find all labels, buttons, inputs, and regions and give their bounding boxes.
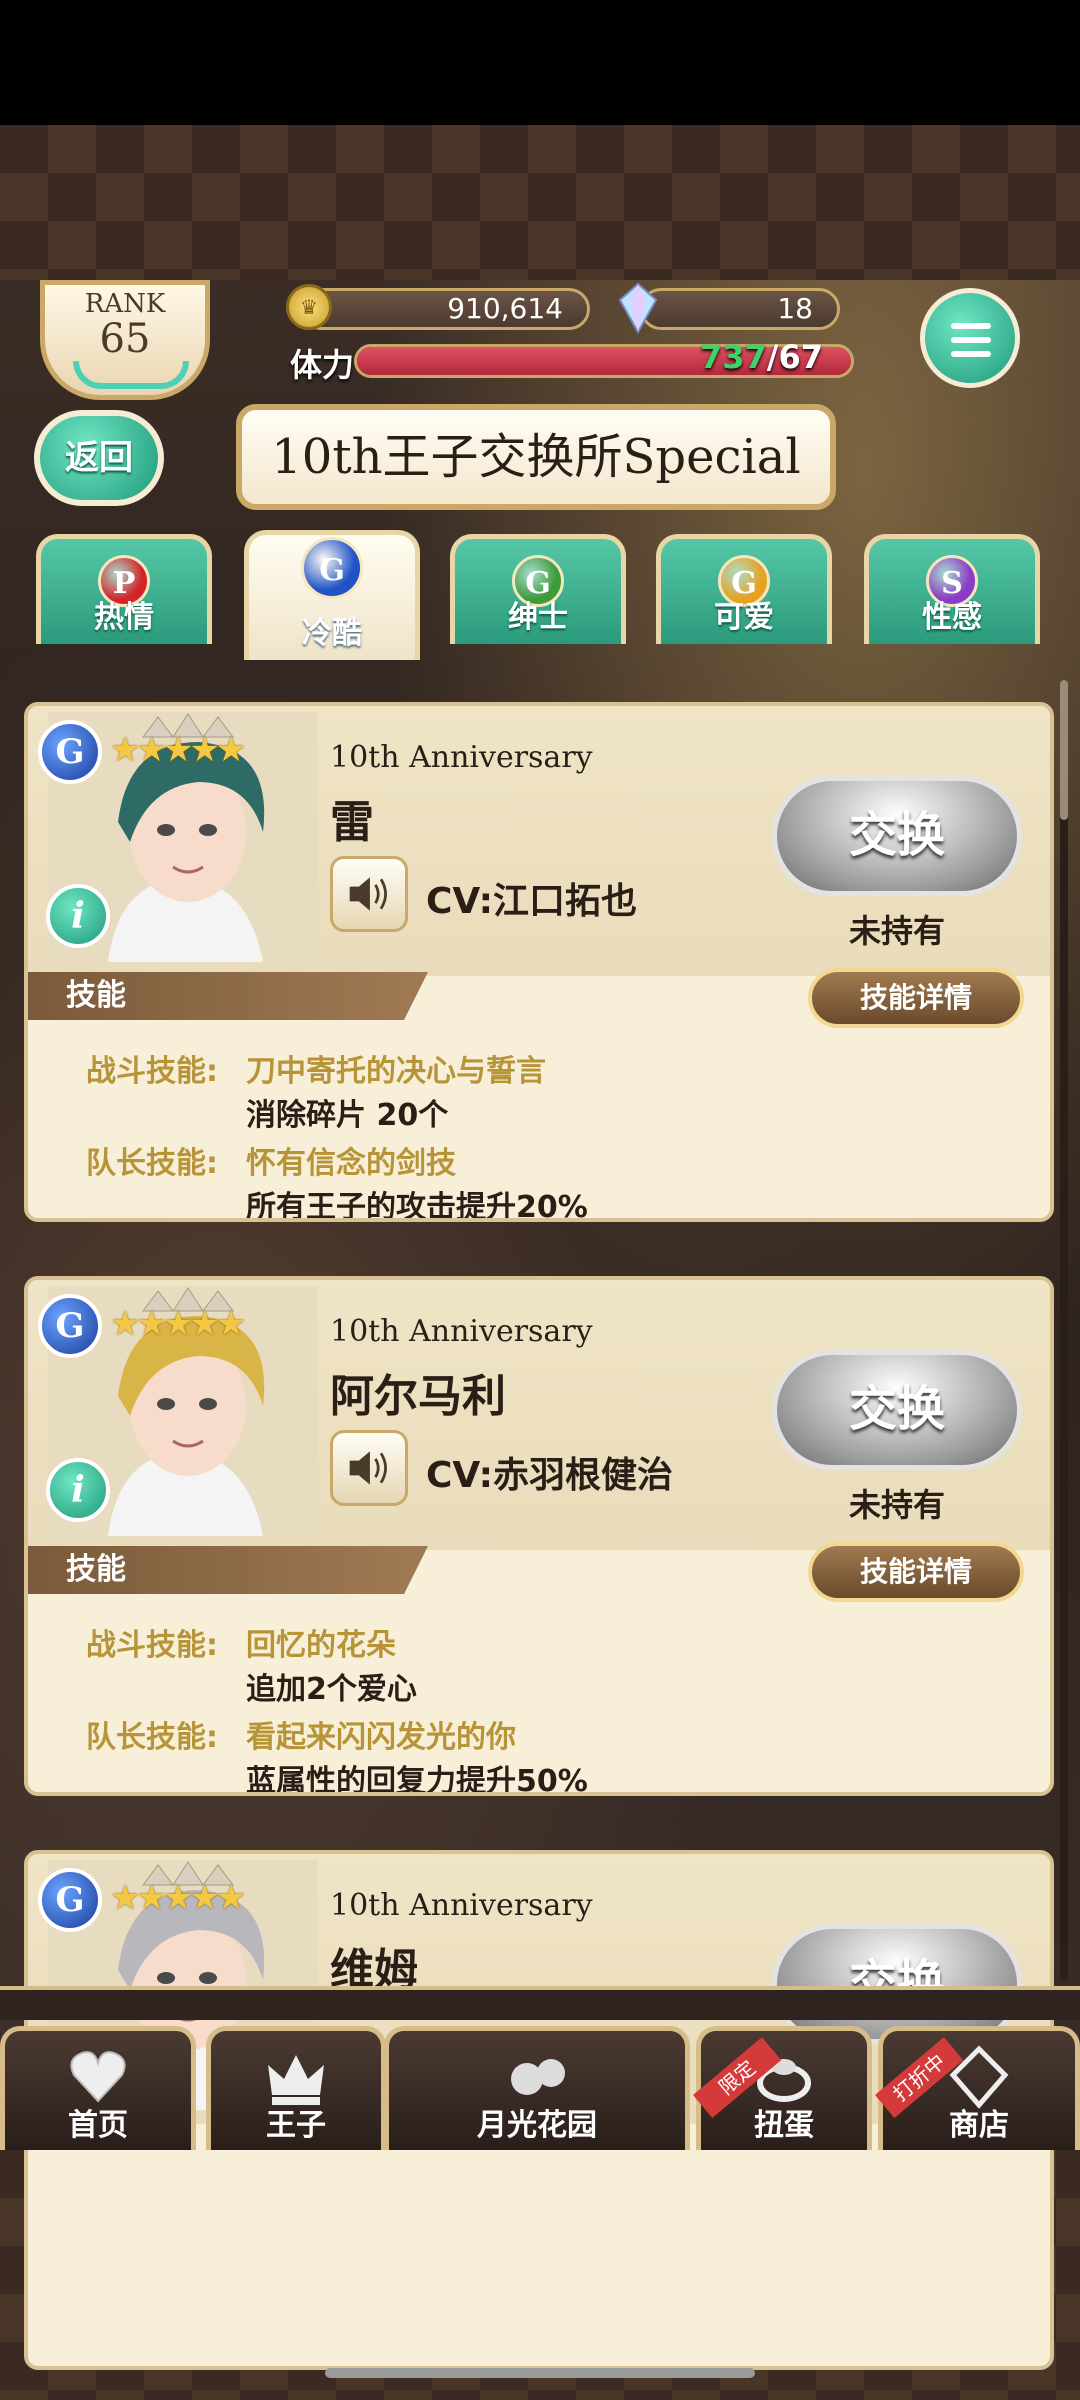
- top-background: [0, 125, 1080, 280]
- tab-label: 可爱: [714, 600, 774, 635]
- skill-section-header: 技能: [28, 1546, 428, 1594]
- gem-amount: 18: [777, 292, 813, 325]
- battle-skill-name: 回忆的花朵: [246, 1628, 396, 1663]
- voice-play-button[interactable]: [330, 856, 408, 932]
- tab-1[interactable]: G 冷酷: [244, 530, 420, 660]
- prince-name: 阿尔马利: [330, 1371, 506, 1422]
- attribute-badge-icon: G: [38, 1294, 102, 1358]
- stamina-max: /67: [766, 338, 824, 376]
- prince-name: 雷: [330, 797, 374, 848]
- nav-label: 扭蛋: [754, 2108, 814, 2143]
- nav-label: 商店: [949, 2108, 1009, 2143]
- menu-line: [951, 351, 991, 357]
- bottom-nav: 首页 王子 月光花园 扭蛋 限定 商店 打折中: [0, 2016, 1080, 2150]
- voice-actor: CV:赤羽根健治: [426, 1455, 674, 1496]
- info-button[interactable]: i: [46, 884, 110, 948]
- card-series: 10th Anniversary: [330, 1314, 593, 1349]
- info-button[interactable]: i: [46, 1458, 110, 1522]
- rank-badge: RANK 65: [40, 280, 210, 400]
- battle-skill-label: 战斗技能:: [86, 1054, 218, 1089]
- leader-skill-label: 队长技能:: [86, 1720, 218, 1755]
- nav-label: 首页: [68, 2108, 128, 2143]
- crystal-icon: [618, 282, 658, 334]
- rarity-stars-icon: ★★★★★: [110, 730, 246, 770]
- battle-skill-label: 战斗技能:: [86, 1628, 218, 1663]
- voice-play-button[interactable]: [330, 1430, 408, 1506]
- owned-status: 未持有: [848, 912, 945, 950]
- speaker-icon: [349, 1451, 387, 1485]
- tab-0[interactable]: P 热情: [36, 534, 212, 644]
- prince-card: G ★★★★★ i 10th Anniversary 阿尔马利 CV:赤羽根健治 交换未持有…: [24, 1276, 1054, 1796]
- coin-amount: 910,614: [447, 292, 563, 325]
- battle-skill-effect: 消除碎片 20个: [246, 1098, 449, 1133]
- rank-value: 65: [99, 316, 151, 362]
- leader-skill-name: 怀有信念的剑技: [246, 1146, 456, 1181]
- coin-counter: 910,614: [300, 288, 590, 330]
- coin-icon: ♛: [286, 284, 332, 330]
- rarity-stars-icon: ★★★★★: [110, 1304, 246, 1344]
- stamina-value: 737/67: [700, 338, 823, 376]
- tab-4[interactable]: S 性感: [864, 534, 1040, 644]
- nav-label: 王子: [266, 2108, 326, 2143]
- attribute-badge-icon: G: [38, 720, 102, 784]
- tab-label: 冷酷: [302, 616, 362, 651]
- rank-label: RANK: [84, 289, 166, 319]
- exchange-button[interactable]: 交换: [772, 1350, 1022, 1470]
- menu-line: [951, 337, 991, 343]
- card-series: 10th Anniversary: [330, 740, 593, 775]
- leader-skill-label: 队长技能:: [86, 1146, 218, 1181]
- rank-progress-arc: [73, 361, 189, 389]
- battle-skill-effect: 追加2个爱心: [246, 1672, 417, 1707]
- nav-heart[interactable]: 首页: [0, 2026, 196, 2150]
- speaker-icon: [349, 877, 387, 911]
- menu-button[interactable]: [920, 288, 1020, 388]
- leader-skill-effect: 蓝属性的回复力提升50%: [246, 1764, 588, 1796]
- rarity-stars-icon: ★★★★★: [110, 1878, 246, 1918]
- battle-skill-name: 刀中寄托的决心与誓言: [246, 1054, 546, 1089]
- voice-actor: CV:江口拓也: [426, 881, 638, 922]
- stamina-current: 737: [700, 338, 767, 376]
- nav-crown[interactable]: 王子: [206, 2026, 386, 2150]
- skill-detail-button[interactable]: 技能详情: [808, 968, 1024, 1028]
- exchange-button[interactable]: 交换: [772, 776, 1022, 896]
- prince-card: G ★★★★★ i 10th Anniversary 雷 CV:江口拓也 交换未持有技能 技能…: [24, 702, 1054, 1222]
- tab-2[interactable]: G 绅士: [450, 534, 626, 644]
- nav-label: 月光花园: [477, 2108, 597, 2143]
- skill-detail-button[interactable]: 技能详情: [808, 1542, 1024, 1602]
- leader-skill-name: 看起来闪闪发光的你: [246, 1720, 516, 1755]
- leader-skill-effect: 所有王子的攻击提升20%: [246, 1190, 588, 1222]
- list-bottom-frame: [0, 1986, 1080, 2020]
- gem-counter: 18: [640, 288, 840, 330]
- tab-label: 性感: [922, 600, 982, 635]
- tab-label: 绅士: [508, 600, 568, 635]
- scrollbar-thumb[interactable]: [1060, 680, 1068, 820]
- scrollbar[interactable]: [1060, 680, 1068, 1980]
- attribute-badge-icon: G: [38, 1868, 102, 1932]
- owned-status: 未持有: [848, 1486, 945, 1524]
- tab-3[interactable]: G 可爱: [656, 534, 832, 644]
- nav-ring[interactable]: 扭蛋 限定: [693, 2026, 872, 2150]
- home-indicator: [325, 2368, 755, 2378]
- nav-gem-shop[interactable]: 商店 打折中: [875, 2026, 1080, 2150]
- menu-line: [951, 323, 991, 329]
- skill-section-header: 技能: [28, 972, 428, 1020]
- nav-garden[interactable]: 月光花园: [384, 2026, 690, 2150]
- tab-label: 热情: [94, 600, 154, 635]
- stamina-label: 体力: [290, 346, 355, 384]
- page-title: 10th王子交换所Special: [236, 404, 836, 510]
- attribute-orb-icon: G: [301, 537, 363, 599]
- card-series: 10th Anniversary: [330, 1888, 593, 1923]
- back-button[interactable]: 返回: [34, 410, 164, 506]
